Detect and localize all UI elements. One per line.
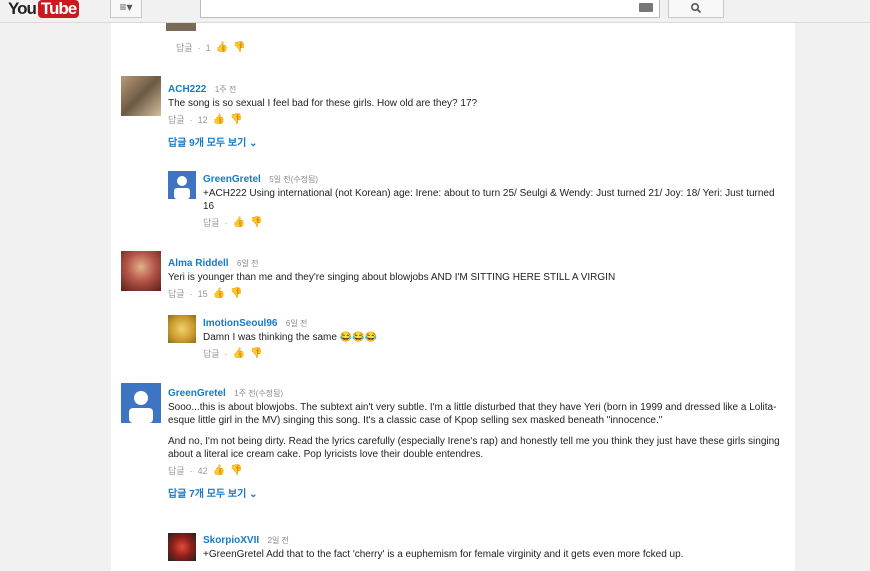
right-gutter — [795, 23, 870, 571]
reply-item: SkorpioXVII 2일 전 +GreenGretel Add that t… — [203, 530, 783, 561]
thumbs-up-icon[interactable]: 👍 — [233, 348, 245, 359]
reply-text: +GreenGretel Add that to the fact 'cherr… — [203, 549, 684, 560]
thumbs-up-icon[interactable]: 👍 — [213, 288, 225, 299]
thumbs-up-icon[interactable]: 👍 — [233, 217, 245, 228]
thumbs-up-icon[interactable]: 👍 — [216, 42, 228, 53]
reply-link[interactable]: 답글 — [203, 216, 220, 229]
comment-time[interactable]: 6일 전 — [237, 259, 258, 268]
comment-time[interactable]: 1주 전 — [215, 85, 236, 94]
reply-link[interactable]: 답글 — [168, 113, 185, 126]
logo-you: You — [8, 0, 37, 18]
view-replies-link[interactable]: 답글 7개 모두 보기 ⌄ — [168, 485, 783, 500]
reply-text: +ACH222 Using international (not Korean)… — [203, 188, 775, 212]
comment-text: Yeri is younger than me and they're sing… — [168, 272, 616, 283]
comment-thread: ACH222 1주 전 The song is so sexual I feel… — [168, 79, 778, 149]
comment-actions: 답글 · 15 👍 👎 — [168, 287, 778, 300]
reply-actions: 답글 · 👍 👎 — [203, 216, 783, 229]
keyboard-icon[interactable] — [639, 3, 653, 12]
comment-actions: 답글 · 42 👍 👎 — [168, 464, 783, 477]
thumbs-down-icon[interactable]: 👎 — [250, 217, 262, 228]
comment-actions: 답글 · 12 👍 👎 — [168, 113, 778, 126]
reply-link[interactable]: 답글 — [176, 41, 193, 54]
separator: · — [189, 114, 193, 125]
avatar[interactable] — [121, 76, 161, 116]
search-input[interactable] — [200, 0, 660, 18]
default-avatar-icon — [174, 176, 190, 199]
reply-link[interactable]: 답글 — [203, 347, 220, 360]
comment-author[interactable]: Alma Riddell — [168, 258, 229, 269]
thumbs-down-icon[interactable]: 👎 — [230, 288, 242, 299]
guide-menu-button[interactable]: ≡▾ — [110, 0, 142, 18]
comment-time[interactable]: 1주 전(수정됨) — [234, 389, 283, 398]
separator: · — [224, 348, 228, 359]
avatar-fragment — [166, 23, 196, 31]
separator: · — [197, 42, 201, 53]
thumbs-down-icon[interactable]: 👎 — [233, 42, 245, 53]
comment-author[interactable]: GreenGretel — [168, 388, 226, 399]
comment-author[interactable]: ACH222 — [168, 84, 206, 95]
comment-text-paragraph-2: And no, I'm not being dirty. Read the ly… — [168, 436, 780, 460]
like-count: 15 — [197, 288, 208, 299]
like-count: 12 — [197, 114, 208, 125]
reply-time[interactable]: 6일 전 — [286, 319, 307, 328]
reply-time[interactable]: 5일 전(수정됨) — [269, 175, 318, 184]
avatar[interactable] — [121, 383, 161, 423]
comment-text: The song is so sexual I feel bad for the… — [168, 98, 478, 109]
separator: · — [224, 217, 228, 228]
like-count: 42 — [197, 465, 208, 476]
reply-item: GreenGretel 5일 전(수정됨) +ACH222 Using inte… — [203, 169, 783, 229]
avatar[interactable] — [168, 533, 196, 561]
comment-text-paragraph-1: Sooo...this is about blowjobs. The subte… — [168, 402, 777, 426]
reply-text: Damn I was thinking the same 😂😂😂 — [203, 332, 378, 343]
reply-link[interactable]: 답글 — [168, 464, 185, 477]
reply-author[interactable]: GreenGretel — [203, 174, 261, 185]
avatar[interactable] — [168, 171, 196, 199]
reply-author[interactable]: ImotionSeoul96 — [203, 318, 277, 329]
thumbs-up-icon[interactable]: 👍 — [213, 465, 225, 476]
view-replies-link[interactable]: 답글 9개 모두 보기 ⌄ — [168, 134, 778, 149]
separator: · — [189, 465, 193, 476]
thumbs-down-icon[interactable]: 👎 — [230, 465, 242, 476]
comment-thread: GreenGretel 1주 전(수정됨) Sooo...this is abo… — [168, 383, 783, 500]
like-count: 1 — [205, 42, 211, 53]
reply-time[interactable]: 2일 전 — [268, 536, 289, 545]
comment-thread: Alma Riddell 6일 전 Yeri is younger than m… — [168, 253, 778, 300]
search-button[interactable] — [668, 0, 724, 18]
comments-section: 답글 · 1 👍 👎 ACH222 1주 전 The song is so se… — [111, 23, 795, 571]
search-icon — [690, 2, 702, 14]
thumbs-up-icon[interactable]: 👍 — [213, 114, 225, 125]
default-avatar-icon — [129, 391, 153, 423]
separator: · — [189, 288, 193, 299]
reply-actions: 답글 · 👍 👎 — [203, 347, 783, 360]
thumbs-down-icon[interactable]: 👎 — [230, 114, 242, 125]
reply-item: ImotionSeoul96 6일 전 Damn I was thinking … — [203, 313, 783, 360]
comment-actions-top: 답글 · 1 👍 👎 — [176, 41, 245, 54]
avatar[interactable] — [121, 251, 161, 291]
avatar[interactable] — [168, 315, 196, 343]
thumbs-down-icon[interactable]: 👎 — [250, 348, 262, 359]
logo-tube: Tube — [37, 0, 80, 18]
reply-link[interactable]: 답글 — [168, 287, 185, 300]
left-gutter — [0, 23, 111, 571]
masthead: You Tube ≡▾ — [0, 0, 870, 23]
youtube-logo[interactable]: You Tube — [8, 0, 80, 18]
reply-author[interactable]: SkorpioXVII — [203, 535, 259, 546]
